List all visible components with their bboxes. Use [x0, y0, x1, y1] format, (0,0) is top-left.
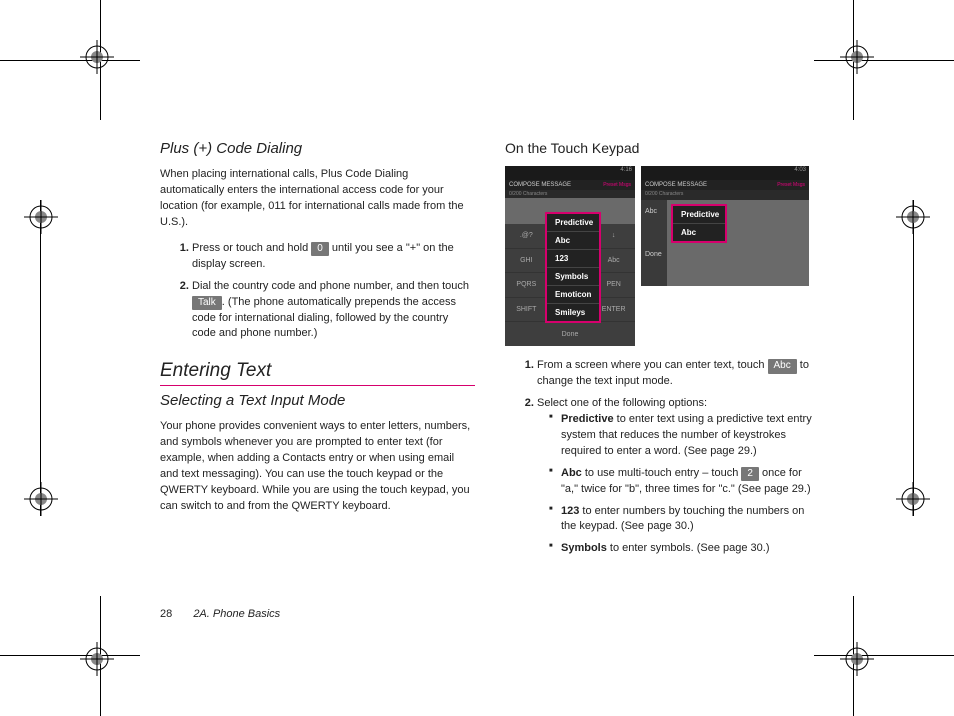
screen-title: COMPOSE MESSAGEPreset Msgs	[641, 180, 809, 190]
key-two: 2	[741, 467, 759, 482]
ordered-list: From a screen where you can enter text, …	[505, 358, 820, 557]
char-count: 0/200 Characters	[641, 190, 809, 198]
crop-mark-icon	[80, 40, 114, 74]
heading-plus-code: Plus (+) Code Dialing	[160, 140, 475, 157]
crop-mark-icon	[896, 200, 930, 234]
phone-screenshot-landscape: 4:03 COMPOSE MESSAGEPreset Msgs 0/200 Ch…	[641, 166, 809, 286]
list-item: Select one of the following options: Pre…	[537, 396, 820, 557]
crop-mark-icon	[24, 200, 58, 234]
paragraph: Your phone provides convenient ways to e…	[160, 419, 475, 515]
list-item: Abc to use multi-touch entry – touch 2 o…	[561, 466, 820, 498]
ordered-list: Press or touch and hold 0 until you see …	[160, 241, 475, 343]
crop-mark-icon	[80, 642, 114, 676]
phone-mockups: 4:16 COMPOSE MESSAGEPreset Msgs 0/200 Ch…	[505, 166, 820, 346]
page-number: 28	[160, 608, 172, 620]
list-item: 123 to enter numbers by touching the num…	[561, 504, 820, 536]
right-column: On the Touch Keypad 4:16 COMPOSE MESSAGE…	[505, 140, 820, 567]
crop-mark-icon	[24, 482, 58, 516]
input-mode-menu: Predictive Abc 123 Symbols Emoticon Smil…	[545, 212, 601, 323]
list-item: Press or touch and hold 0 until you see …	[192, 241, 475, 273]
menu-item: Emoticon	[547, 286, 599, 304]
bullet-list: Predictive to enter text using a predict…	[537, 412, 820, 558]
text: Press or touch and hold	[192, 242, 311, 254]
key-zero: 0	[311, 242, 329, 257]
input-mode-menu: Predictive Abc	[671, 204, 727, 243]
menu-item: Predictive	[547, 214, 599, 232]
menu-item: Smileys	[547, 304, 599, 321]
key-talk: Talk	[192, 296, 222, 311]
status-bar: 4:03	[641, 166, 809, 180]
list-item: Dial the country code and phone number, …	[192, 279, 475, 343]
crop-mark-icon	[840, 40, 874, 74]
crop-mark-icon	[840, 642, 874, 676]
list-item: Symbols to enter symbols. (See page 30.)	[561, 541, 820, 557]
list-item: Predictive to enter text using a predict…	[561, 412, 820, 460]
paragraph: When placing international calls, Plus C…	[160, 167, 475, 231]
page-footer: 28 2A. Phone Basics	[160, 608, 280, 620]
menu-item: Abc	[673, 224, 725, 241]
phone-screenshot-keypad: 4:16 COMPOSE MESSAGEPreset Msgs 0/200 Ch…	[505, 166, 635, 346]
section-label: 2A. Phone Basics	[193, 608, 280, 620]
key-abc: Abc	[768, 359, 797, 374]
text: Dial the country code and phone number, …	[192, 280, 469, 292]
menu-item: Symbols	[547, 268, 599, 286]
text: . (The phone automatically prepends the …	[192, 296, 456, 340]
list-item: From a screen where you can enter text, …	[537, 358, 820, 390]
status-bar: 4:16	[505, 166, 635, 180]
text: Select one of the following options:	[537, 397, 707, 409]
menu-item: Predictive	[673, 206, 725, 224]
page-body: Plus (+) Code Dialing When placing inter…	[160, 140, 820, 567]
screen-title: COMPOSE MESSAGEPreset Msgs	[505, 180, 635, 190]
heading-touch-keypad: On the Touch Keypad	[505, 140, 820, 156]
heading-select-mode: Selecting a Text Input Mode	[160, 392, 475, 409]
heading-entering-text: Entering Text	[160, 360, 475, 386]
menu-item: 123	[547, 250, 599, 268]
menu-item: Abc	[547, 232, 599, 250]
text: From a screen where you can enter text, …	[537, 359, 768, 371]
left-column: Plus (+) Code Dialing When placing inter…	[160, 140, 475, 567]
crop-mark-icon	[896, 482, 930, 516]
char-count: 0/200 Characters	[505, 190, 635, 198]
